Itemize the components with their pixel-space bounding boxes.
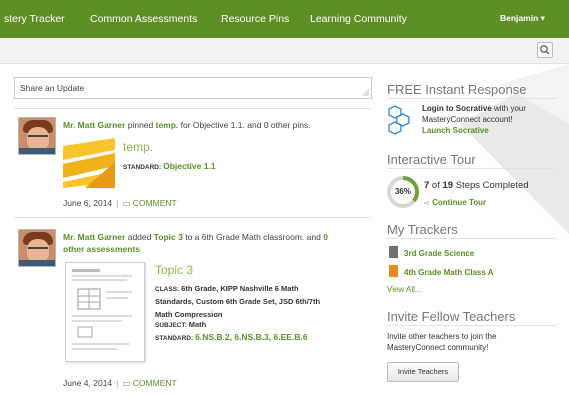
nav-item-learning-community[interactable]: Learning Community <box>310 13 407 25</box>
tour-progress-percent: 36% <box>394 187 411 196</box>
comment-icon: ▭ <box>122 198 131 208</box>
continue-tour-link[interactable]: Continue Tour <box>432 198 486 207</box>
socrative-logo-icon[interactable] <box>387 105 411 135</box>
tracker-link-3rd-grade-science[interactable]: 3rd Grade Science <box>404 249 474 258</box>
post-1-comment-link[interactable]: COMMENT <box>133 198 177 208</box>
search-button[interactable] <box>537 42 553 58</box>
post-2-item-link[interactable]: Topic 3 <box>154 232 183 242</box>
post-1-date: June 6, 2014 <box>63 198 113 208</box>
post-2-assessment-title[interactable]: Topic 3 <box>155 263 193 277</box>
post-1-standard-link[interactable]: Objective 1.1 <box>163 161 215 171</box>
nav-item-mastery-tracker[interactable]: stery Tracker <box>4 13 65 25</box>
invite-description: Invite other teachers to join the Master… <box>387 332 497 352</box>
interactive-tour-heading: Interactive Tour <box>387 152 476 167</box>
divider <box>387 98 557 99</box>
socrative-promo-text: Login to Socrative with your MasteryConn… <box>422 104 527 135</box>
my-trackers-heading: My Trackers <box>387 222 458 237</box>
toolbar <box>0 38 569 64</box>
top-navigation-bar: stery Tracker Common Assessments Resourc… <box>0 0 569 38</box>
post-2-standards: STANDARD: 6.NS.B.2, 6.NS.B.3, 6.EE.B.6 <box>155 332 308 342</box>
avatar[interactable] <box>18 229 56 267</box>
post-1-footer: June 6, 2014 | ▭ COMMENT <box>63 198 177 208</box>
post-1-pin-title[interactable]: temp. <box>123 140 153 154</box>
post-1-author-link[interactable]: Mr. Matt Garner <box>63 120 125 130</box>
post-2-summary: Mr. Matt Garner added Topic 3 to a 6th G… <box>63 232 328 254</box>
nav-item-resource-pins[interactable]: Resource Pins <box>221 13 289 25</box>
tracker-link-4th-grade-math[interactable]: 4th Grade Math Class A <box>404 268 494 277</box>
post-1-item-link[interactable]: temp. <box>156 120 179 130</box>
pin-thumbnail-icon[interactable] <box>63 138 115 188</box>
share-update-input[interactable]: Share an Update <box>14 77 372 99</box>
view-all-link[interactable]: View All... <box>387 285 422 294</box>
divider <box>387 168 557 169</box>
user-menu[interactable]: Benjamin ▾ <box>500 13 545 24</box>
assessment-thumbnail[interactable] <box>65 262 145 362</box>
divider <box>14 108 372 109</box>
document-preview-icon <box>72 269 132 350</box>
resize-handle-icon <box>363 90 369 96</box>
tracker-item[interactable]: 4th Grade Math Class A <box>404 267 494 278</box>
divider <box>387 238 557 239</box>
invite-teachers-button[interactable]: Invite Teachers <box>387 362 459 382</box>
post-2-comment-link[interactable]: COMMENT <box>133 378 177 388</box>
tracker-color-chip <box>389 265 398 277</box>
search-icon <box>540 45 550 55</box>
post-2-date: June 4, 2014 <box>63 378 113 388</box>
post-2-author-link[interactable]: Mr. Matt Garner <box>63 232 125 242</box>
invite-teachers-heading: Invite Fellow Teachers <box>387 309 516 324</box>
post-2-other-assessments-link[interactable]: other assessments <box>63 244 140 254</box>
avatar[interactable] <box>18 117 56 155</box>
tracker-item[interactable]: 3rd Grade Science <box>404 248 474 259</box>
post-2-footer: June 4, 2014 | ▭ COMMENT <box>63 378 177 388</box>
free-instant-response-heading: FREE Instant Response <box>387 82 527 97</box>
comment-icon: ▭ <box>122 378 131 388</box>
arrow-right-icon: ➪ <box>424 200 430 207</box>
post-2-standards-links[interactable]: 6.NS.B.2, 6.NS.B.3, 6.EE.B.6 <box>195 332 307 342</box>
divider <box>387 325 557 326</box>
nav-item-common-assessments[interactable]: Common Assessments <box>90 13 197 25</box>
continue-tour[interactable]: ➪ Continue Tour <box>424 197 486 209</box>
tracker-color-chip <box>389 246 398 258</box>
post-1-summary: Mr. Matt Garner pinned temp. for Objecti… <box>63 120 311 130</box>
view-all-trackers[interactable]: View All... <box>387 284 422 295</box>
post-1-standard: STANDARD: Objective 1.1 <box>123 161 216 171</box>
tour-steps-text: 7 of 19 Steps Completed <box>424 180 529 191</box>
post-2-class: CLASS: 6th Grade, KIPP Nashville 6 Math … <box>155 284 321 319</box>
divider <box>14 217 372 218</box>
launch-socrative-link[interactable]: Launch Socrative <box>422 126 489 135</box>
share-update-placeholder: Share an Update <box>20 83 85 93</box>
